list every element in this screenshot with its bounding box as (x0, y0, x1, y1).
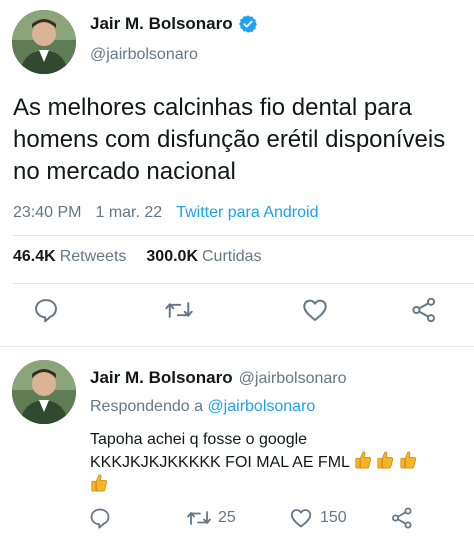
reply-retweet-count: 25 (218, 509, 236, 526)
thumbs-up-emoji (377, 451, 394, 469)
share-button[interactable] (390, 506, 414, 530)
action-bar (0, 296, 474, 326)
reply-action-bar: 25 150 (0, 506, 474, 530)
reply-text: Tapoha achei q fosse o google KKKJKJKJKK… (90, 430, 470, 496)
tweet-client[interactable]: Twitter para Android (176, 204, 318, 222)
retweets-label[interactable]: Retweets (60, 248, 127, 266)
tweet-meta: 23:40 PM 1 mar. 22 Twitter para Android (13, 204, 318, 222)
thumbs-up-emoji (91, 474, 108, 492)
reply-text-line3-wrap (90, 473, 470, 496)
reply-button[interactable] (88, 506, 112, 530)
like-icon (290, 509, 312, 528)
reply-button[interactable] (32, 296, 60, 324)
reply-tweet[interactable]: Jair M. Bolsonaro @jairbolsonaro Respond… (0, 348, 474, 537)
like-button[interactable]: 150 (288, 506, 347, 530)
replying-mention[interactable]: @jairbolsonaro (207, 398, 315, 415)
divider (13, 283, 474, 284)
replying-prefix: Respondendo a (90, 398, 203, 415)
retweet-button[interactable] (164, 296, 194, 324)
thumbs-up-emoji (355, 451, 371, 469)
reply-text-line: Tapoha achei q fosse o google (90, 431, 308, 448)
divider (13, 235, 474, 236)
reply-text-line2-wrap: KKKJKJKJKKKKK FOI MAL AE FML (90, 450, 470, 473)
reply-icon (35, 299, 57, 323)
author-row: Jair M. Bolsonaro (90, 14, 258, 34)
share-icon (392, 507, 412, 529)
like-button[interactable] (300, 296, 330, 324)
like-icon (303, 299, 327, 321)
likes-label[interactable]: Curtidas (202, 248, 262, 266)
reply-like-count: 150 (320, 509, 347, 526)
tweet-time[interactable]: 23:40 PM (13, 204, 81, 222)
reply-display-name[interactable]: Jair M. Bolsonaro (90, 368, 233, 388)
tweet-text: As melhores calcinhas fio dental para ho… (13, 94, 446, 185)
handle[interactable]: @jairbolsonaro (90, 46, 198, 64)
retweet-button[interactable]: 25 (186, 506, 236, 530)
display-name[interactable]: Jair M. Bolsonaro (90, 14, 233, 34)
retweet-icon (165, 302, 193, 318)
tweet-stats: 46.4K Retweets 300.0K Curtidas (13, 248, 262, 266)
retweets-count[interactable]: 46.4K (13, 248, 56, 266)
main-tweet: Jair M. Bolsonaro @jairbolsonaro As melh… (0, 0, 474, 347)
retweet-icon (187, 511, 211, 525)
verified-badge-icon (238, 15, 257, 33)
likes-count[interactable]: 300.0K (146, 248, 198, 266)
reply-author-row: Jair M. Bolsonaro @jairbolsonaro (90, 368, 347, 388)
reply-text-line: KKKJKJKJKKKKK FOI MAL AE FML (90, 454, 350, 471)
tweet-date[interactable]: 1 mar. 22 (95, 204, 162, 222)
reply-handle[interactable]: @jairbolsonaro (239, 370, 347, 388)
replying-to: Respondendo a @jairbolsonaro (90, 398, 315, 416)
avatar[interactable] (12, 360, 76, 424)
thumbs-up-emoji (400, 451, 416, 469)
reply-icon (90, 508, 110, 529)
share-button[interactable] (410, 296, 438, 324)
avatar[interactable] (12, 10, 76, 74)
share-icon (412, 297, 436, 323)
